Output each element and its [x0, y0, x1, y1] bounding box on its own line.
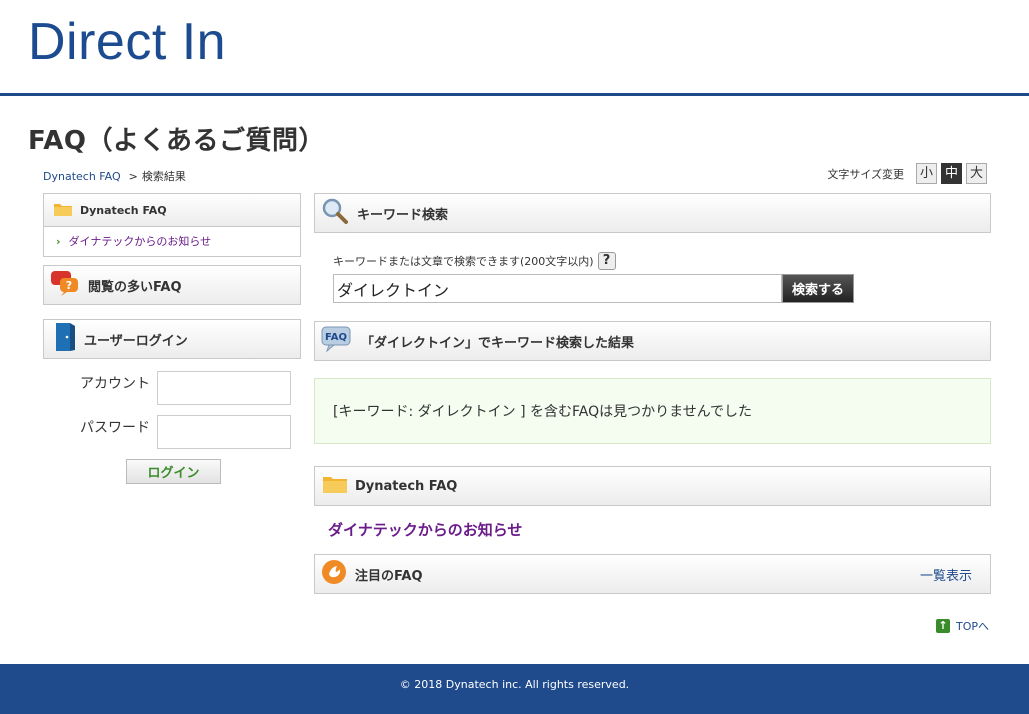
no-results-message-box: [キーワード: ダイレクトイン ] を含むFAQは見つかりませんでした	[314, 378, 991, 444]
breadcrumb-home-link[interactable]: Dynatech FAQ	[43, 170, 121, 183]
featured-faq-title: 注目のFAQ	[355, 568, 423, 584]
search-results-header: FAQ 「ダイレクトイン」でキーワード検索した結果	[314, 321, 991, 361]
chevron-right-icon: ›	[56, 234, 61, 248]
faq-category-title: Dynatech FAQ	[355, 478, 458, 494]
font-size-switcher: 文字サイズ変更 小 中 大	[827, 163, 987, 184]
sidebar-login-header: ユーザーログイン	[43, 319, 301, 359]
breadcrumb-separator: >	[128, 170, 138, 183]
svg-text:?: ?	[66, 279, 72, 292]
site-logo[interactable]: Direct In	[28, 12, 226, 72]
font-size-large-button[interactable]: 大	[966, 163, 987, 184]
sidebar-popular-header[interactable]: ? 閲覧の多いFAQ	[43, 265, 301, 305]
sidebar-category-item[interactable]: › ダイナテックからのお知らせ	[43, 226, 301, 257]
account-input[interactable]	[157, 371, 291, 405]
search-hint-text: キーワードまたは文章で検索できます(200文字以内)	[333, 255, 594, 268]
account-label: アカウント	[80, 376, 150, 392]
magnifier-icon	[321, 197, 349, 229]
footer: © 2018 Dynatech inc. All rights reserved…	[0, 664, 1029, 714]
featured-faq-header: 注目のFAQ 一覧表示	[314, 554, 991, 594]
featured-badge-icon	[321, 559, 347, 589]
sidebar-login-title: ユーザーログイン	[84, 333, 188, 349]
speech-bubble-icon: ?	[50, 269, 80, 301]
breadcrumb-current: 検索結果	[141, 170, 186, 183]
back-to-top-link[interactable]: ↑ TOPへ	[935, 618, 989, 634]
search-results-title: 「ダイレクトイン」でキーワード検索した結果	[361, 335, 635, 351]
password-label: パスワード	[80, 420, 150, 436]
page-title: FAQ（よくあるご質問）	[28, 126, 326, 156]
sidebar-category-title: Dynatech FAQ	[80, 203, 167, 217]
search-hint: キーワードまたは文章で検索できます(200文字以内) ?	[333, 252, 616, 270]
help-icon[interactable]: ?	[597, 252, 616, 270]
search-button[interactable]: 検索する	[782, 274, 854, 303]
font-size-label: 文字サイズ変更	[827, 167, 904, 181]
password-input[interactable]	[157, 415, 291, 449]
site-header: Direct In	[0, 0, 1029, 96]
folder-icon	[54, 202, 72, 219]
breadcrumb: Dynatech FAQ > 検索結果	[43, 168, 186, 184]
sidebar-category-header[interactable]: Dynatech FAQ	[43, 193, 301, 227]
font-size-medium-button[interactable]: 中	[941, 163, 962, 184]
svg-text:FAQ: FAQ	[325, 332, 347, 343]
font-size-small-button[interactable]: 小	[916, 163, 937, 184]
copyright-text: © 2018 Dynatech inc. All rights reserved…	[399, 678, 630, 691]
search-input[interactable]	[333, 274, 782, 303]
login-button[interactable]: ログイン	[126, 459, 221, 484]
faq-category-header[interactable]: Dynatech FAQ	[314, 466, 991, 506]
keyword-search-title: キーワード検索	[357, 207, 449, 223]
door-icon	[54, 322, 76, 356]
sidebar-popular-title: 閲覧の多いFAQ	[88, 279, 182, 295]
faq-bubble-icon: FAQ	[321, 325, 353, 357]
back-to-top-label: TOPへ	[955, 620, 989, 633]
sidebar-category-item-label: ダイナテックからのお知らせ	[68, 235, 212, 248]
featured-faq-view-all-link[interactable]: 一覧表示	[920, 565, 972, 584]
arrow-up-icon: ↑	[935, 619, 950, 633]
no-results-message: [キーワード: ダイレクトイン ] を含むFAQは見つかりませんでした	[333, 404, 752, 420]
keyword-search-header: キーワード検索	[314, 193, 991, 233]
category-announcements-link[interactable]: ダイナテックからのお知らせ	[328, 519, 522, 540]
folder-icon	[323, 475, 347, 497]
